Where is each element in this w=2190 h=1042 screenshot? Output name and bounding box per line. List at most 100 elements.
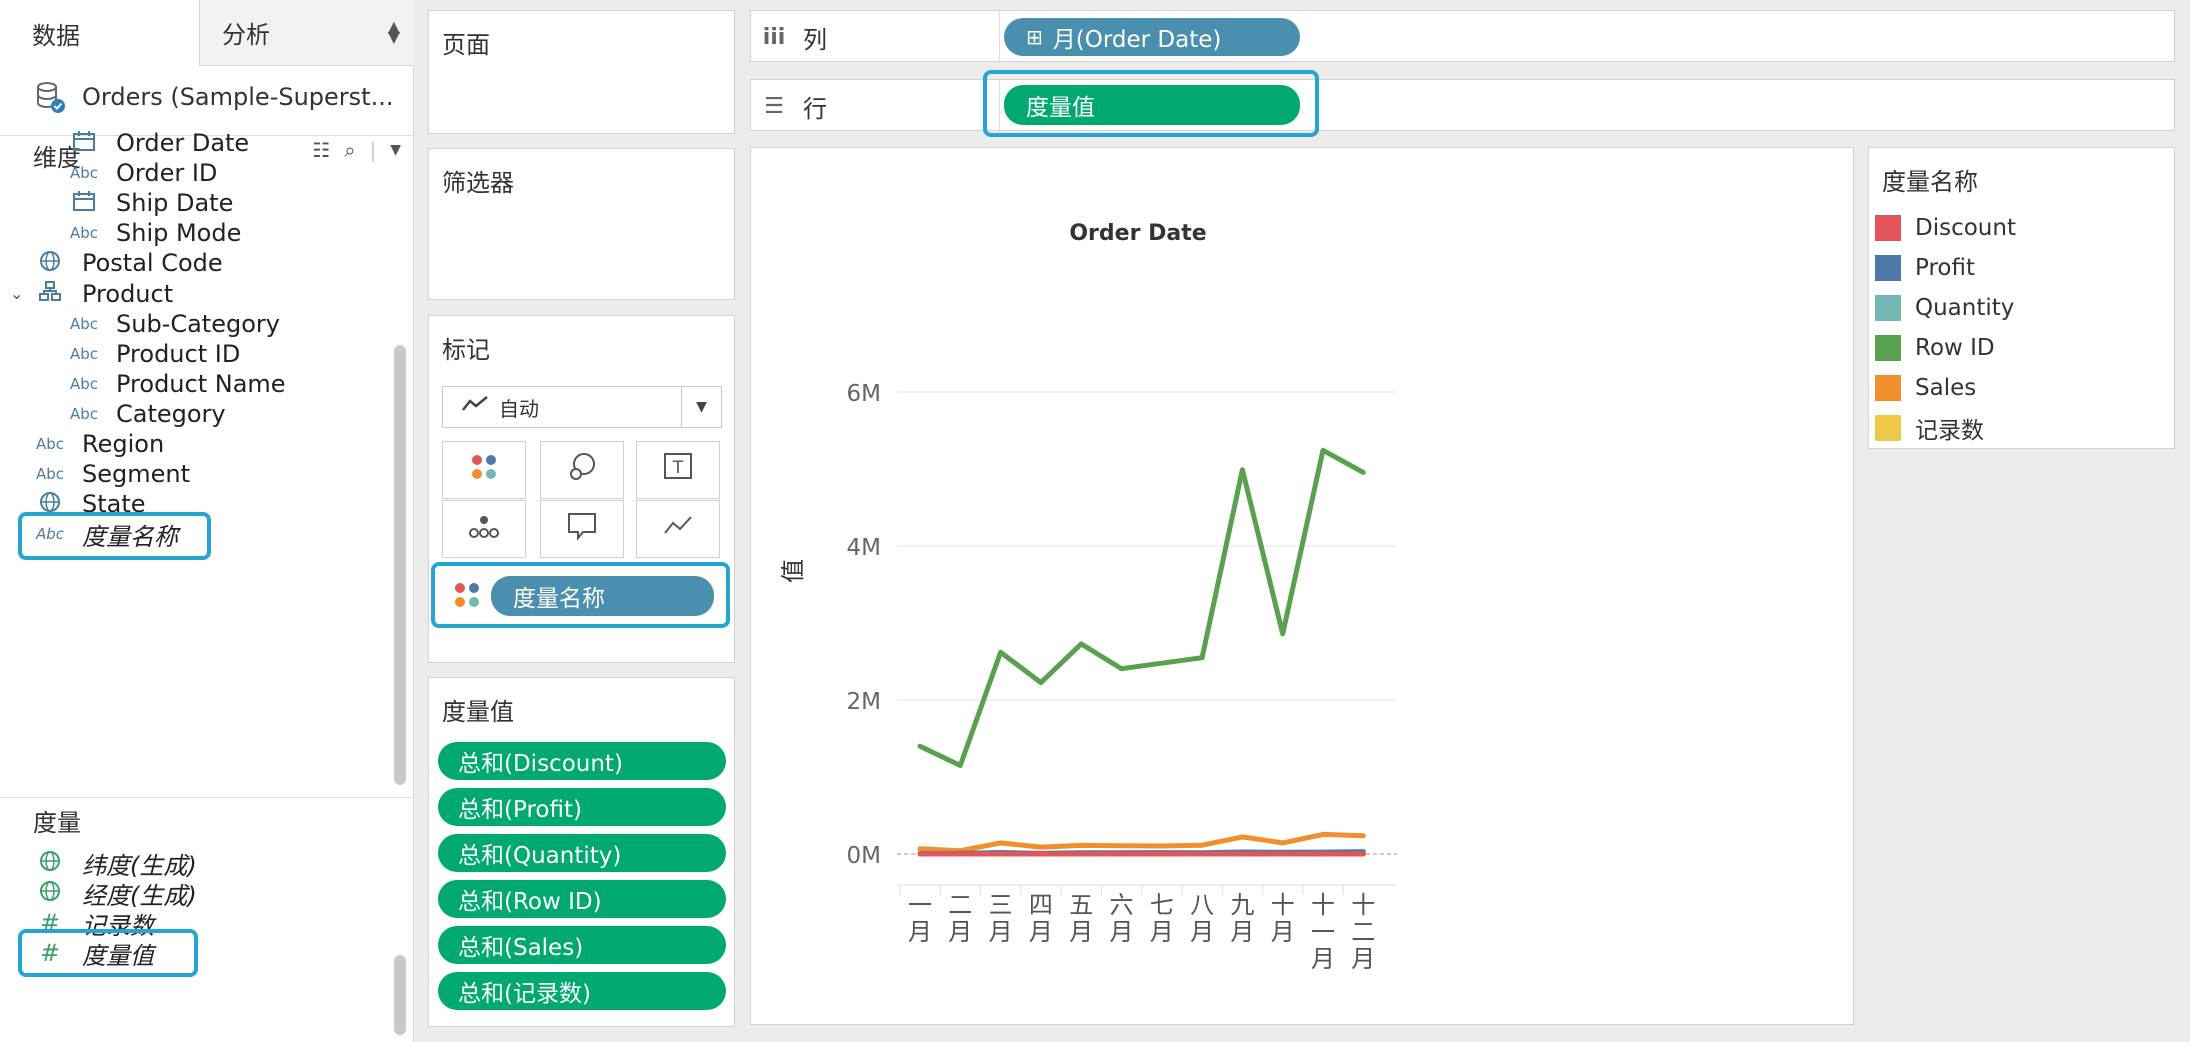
calendar-icon: [64, 130, 104, 156]
abc-icon: Abc: [69, 344, 99, 363]
abc-icon: Abc: [69, 314, 99, 333]
color-icon: [472, 455, 496, 479]
measure-value-pill[interactable]: 总和(Row ID): [438, 880, 726, 918]
color-legend: 度量名称 Discount Profit Quantity Row ID Sales 记录…: [1868, 147, 2175, 449]
text-label-icon: T: [664, 453, 692, 479]
path-icon: [664, 516, 692, 534]
size-icon: [570, 453, 595, 480]
columns-shelf[interactable]: iii 列: [750, 10, 2175, 63]
highlight-measure-field: [18, 929, 198, 978]
updown-arrows-icon: ▲ ▼: [387, 17, 400, 46]
x-tick-label: 一月: [908, 891, 932, 946]
line-chart[interactable]: Order Date0M2M4M6M值一月二月三月四月五月六月七月八月九月十月十…: [751, 148, 1855, 1026]
marks-pill-label: 度量名称: [513, 586, 605, 612]
color-button[interactable]: [442, 441, 526, 499]
marks-measure-names-pill[interactable]: 度量名称: [491, 576, 714, 616]
expand-plus-icon: ⊞: [1026, 25, 1043, 49]
tooltip-icon: [568, 513, 596, 541]
detail-button[interactable]: [442, 500, 526, 558]
measure-values-title: 度量值: [442, 698, 514, 726]
tab-data-label: 数据: [32, 21, 80, 50]
legend-label: 记录数: [1915, 418, 1984, 444]
x-tick-label: 六月: [1110, 891, 1134, 946]
rows-measure-values-pill[interactable]: 度量值: [1004, 85, 1300, 125]
rows-shelf-label: ☰ 行: [761, 80, 827, 132]
measure-value-pill[interactable]: 总和(Sales): [438, 926, 726, 964]
abc-icon: Abc: [69, 164, 99, 183]
datasource-item[interactable]: Orders (Sample-Superst...: [0, 72, 414, 122]
rows-shelf[interactable]: ☰ 行: [750, 79, 2175, 132]
x-tick-label: 十一月: [1311, 891, 1335, 973]
x-tick-label: 四月: [1029, 891, 1053, 946]
abc-icon: Abc: [69, 404, 99, 423]
dropdown-icon[interactable]: ▼: [390, 142, 401, 158]
x-tick-label: 三月: [989, 891, 1013, 946]
x-tick-label: 二月: [948, 891, 972, 946]
legend-item[interactable]: 记录数: [1875, 408, 1984, 448]
dimensions-scrollbar[interactable]: [394, 345, 406, 785]
measures-header: 度量: [0, 797, 414, 837]
legend-swatch: [1875, 295, 1901, 321]
y-tick-label: 2M: [847, 689, 881, 715]
size-button[interactable]: [540, 441, 624, 499]
legend-item[interactable]: Quantity: [1875, 288, 2014, 328]
abc-icon: Abc: [35, 465, 65, 484]
x-tick-label: 七月: [1150, 891, 1174, 946]
data-pane: 数据 分析 ▲ ▼ Orders (Sample-Superst... 维度 ☷ …: [0, 0, 414, 1042]
columns-shelf-label: iii 列: [761, 11, 827, 63]
pages-card[interactable]: 页面: [428, 10, 735, 134]
filters-card[interactable]: 筛选器: [428, 148, 735, 300]
legend-item[interactable]: Profit: [1875, 248, 1975, 288]
calendar-icon: [64, 190, 104, 216]
measures-scrollbar[interactable]: [394, 955, 406, 1035]
series-line: [917, 831, 1366, 854]
label-button[interactable]: T: [636, 441, 720, 499]
tab-data[interactable]: 数据: [0, 0, 200, 66]
tab-analysis[interactable]: 分析 ▲ ▼: [200, 0, 414, 66]
x-tick-label: 五月: [1069, 891, 1093, 946]
legend-swatch: [1875, 375, 1901, 401]
marks-type-label: 自动: [499, 396, 539, 421]
x-tick-label: 八月: [1190, 891, 1214, 946]
filters-title: 筛选器: [442, 169, 514, 197]
legend-label: Row ID: [1915, 335, 1995, 361]
marks-type-dropdown[interactable]: 自动 ▼: [442, 386, 722, 428]
legend-swatch: [1875, 215, 1901, 241]
tooltip-button[interactable]: [540, 500, 624, 558]
measure-value-pill-label: 总和(Row ID): [458, 889, 602, 915]
rows-pill-label: 度量值: [1026, 95, 1095, 121]
measure-value-pill-label: 总和(记录数): [458, 981, 591, 1007]
legend-swatch: [1875, 415, 1901, 441]
legend-label: Sales: [1915, 375, 1977, 401]
columns-month-pill[interactable]: ⊞ 月(Order Date): [1004, 18, 1300, 56]
path-button[interactable]: [636, 500, 720, 558]
y-tick-label: 4M: [847, 535, 881, 561]
legend-label: Discount: [1915, 215, 2016, 241]
abc-icon: Abc: [69, 374, 99, 393]
chevron-down-icon[interactable]: ⌄: [10, 284, 23, 303]
datasource-icon: [37, 82, 65, 113]
legend-item[interactable]: Discount: [1875, 208, 2016, 248]
x-tick-label: 九月: [1230, 891, 1254, 946]
tab-analysis-label: 分析: [222, 21, 270, 49]
x-tick-label: 十二月: [1351, 891, 1375, 973]
measure-value-pill-label: 总和(Sales): [458, 935, 584, 961]
measure-value-pill-label: 总和(Profit): [458, 797, 582, 823]
highlight-dimension-field: [18, 512, 211, 561]
measure-value-pill[interactable]: 总和(Profit): [438, 788, 726, 826]
color-encoding-icon: [452, 580, 482, 614]
columns-pill-label: 月(Order Date): [1052, 27, 1222, 53]
columns-label-text: 列: [803, 25, 827, 54]
legend-item[interactable]: Sales: [1875, 368, 1976, 408]
x-tick-label: 十月: [1271, 891, 1295, 946]
view-area[interactable]: Order Date 0M 2M 4M 6M 值一月 二月 三月 四月 五月 六月 七月 八月 九月 十月十…: [750, 147, 1854, 1025]
measure-value-pill[interactable]: 总和(Discount): [438, 742, 726, 780]
pages-title: 页面: [442, 31, 490, 59]
measure-value-pill[interactable]: 总和(Quantity): [438, 834, 726, 872]
measure-value-pill[interactable]: 总和(记录数): [438, 972, 726, 1010]
line-mark-icon: [461, 394, 489, 420]
legend-item[interactable]: Row ID: [1875, 328, 1995, 368]
rows-icon: ☰: [764, 93, 784, 119]
chevron-down-icon: ▼: [681, 387, 721, 427]
detail-icon: [469, 516, 499, 538]
